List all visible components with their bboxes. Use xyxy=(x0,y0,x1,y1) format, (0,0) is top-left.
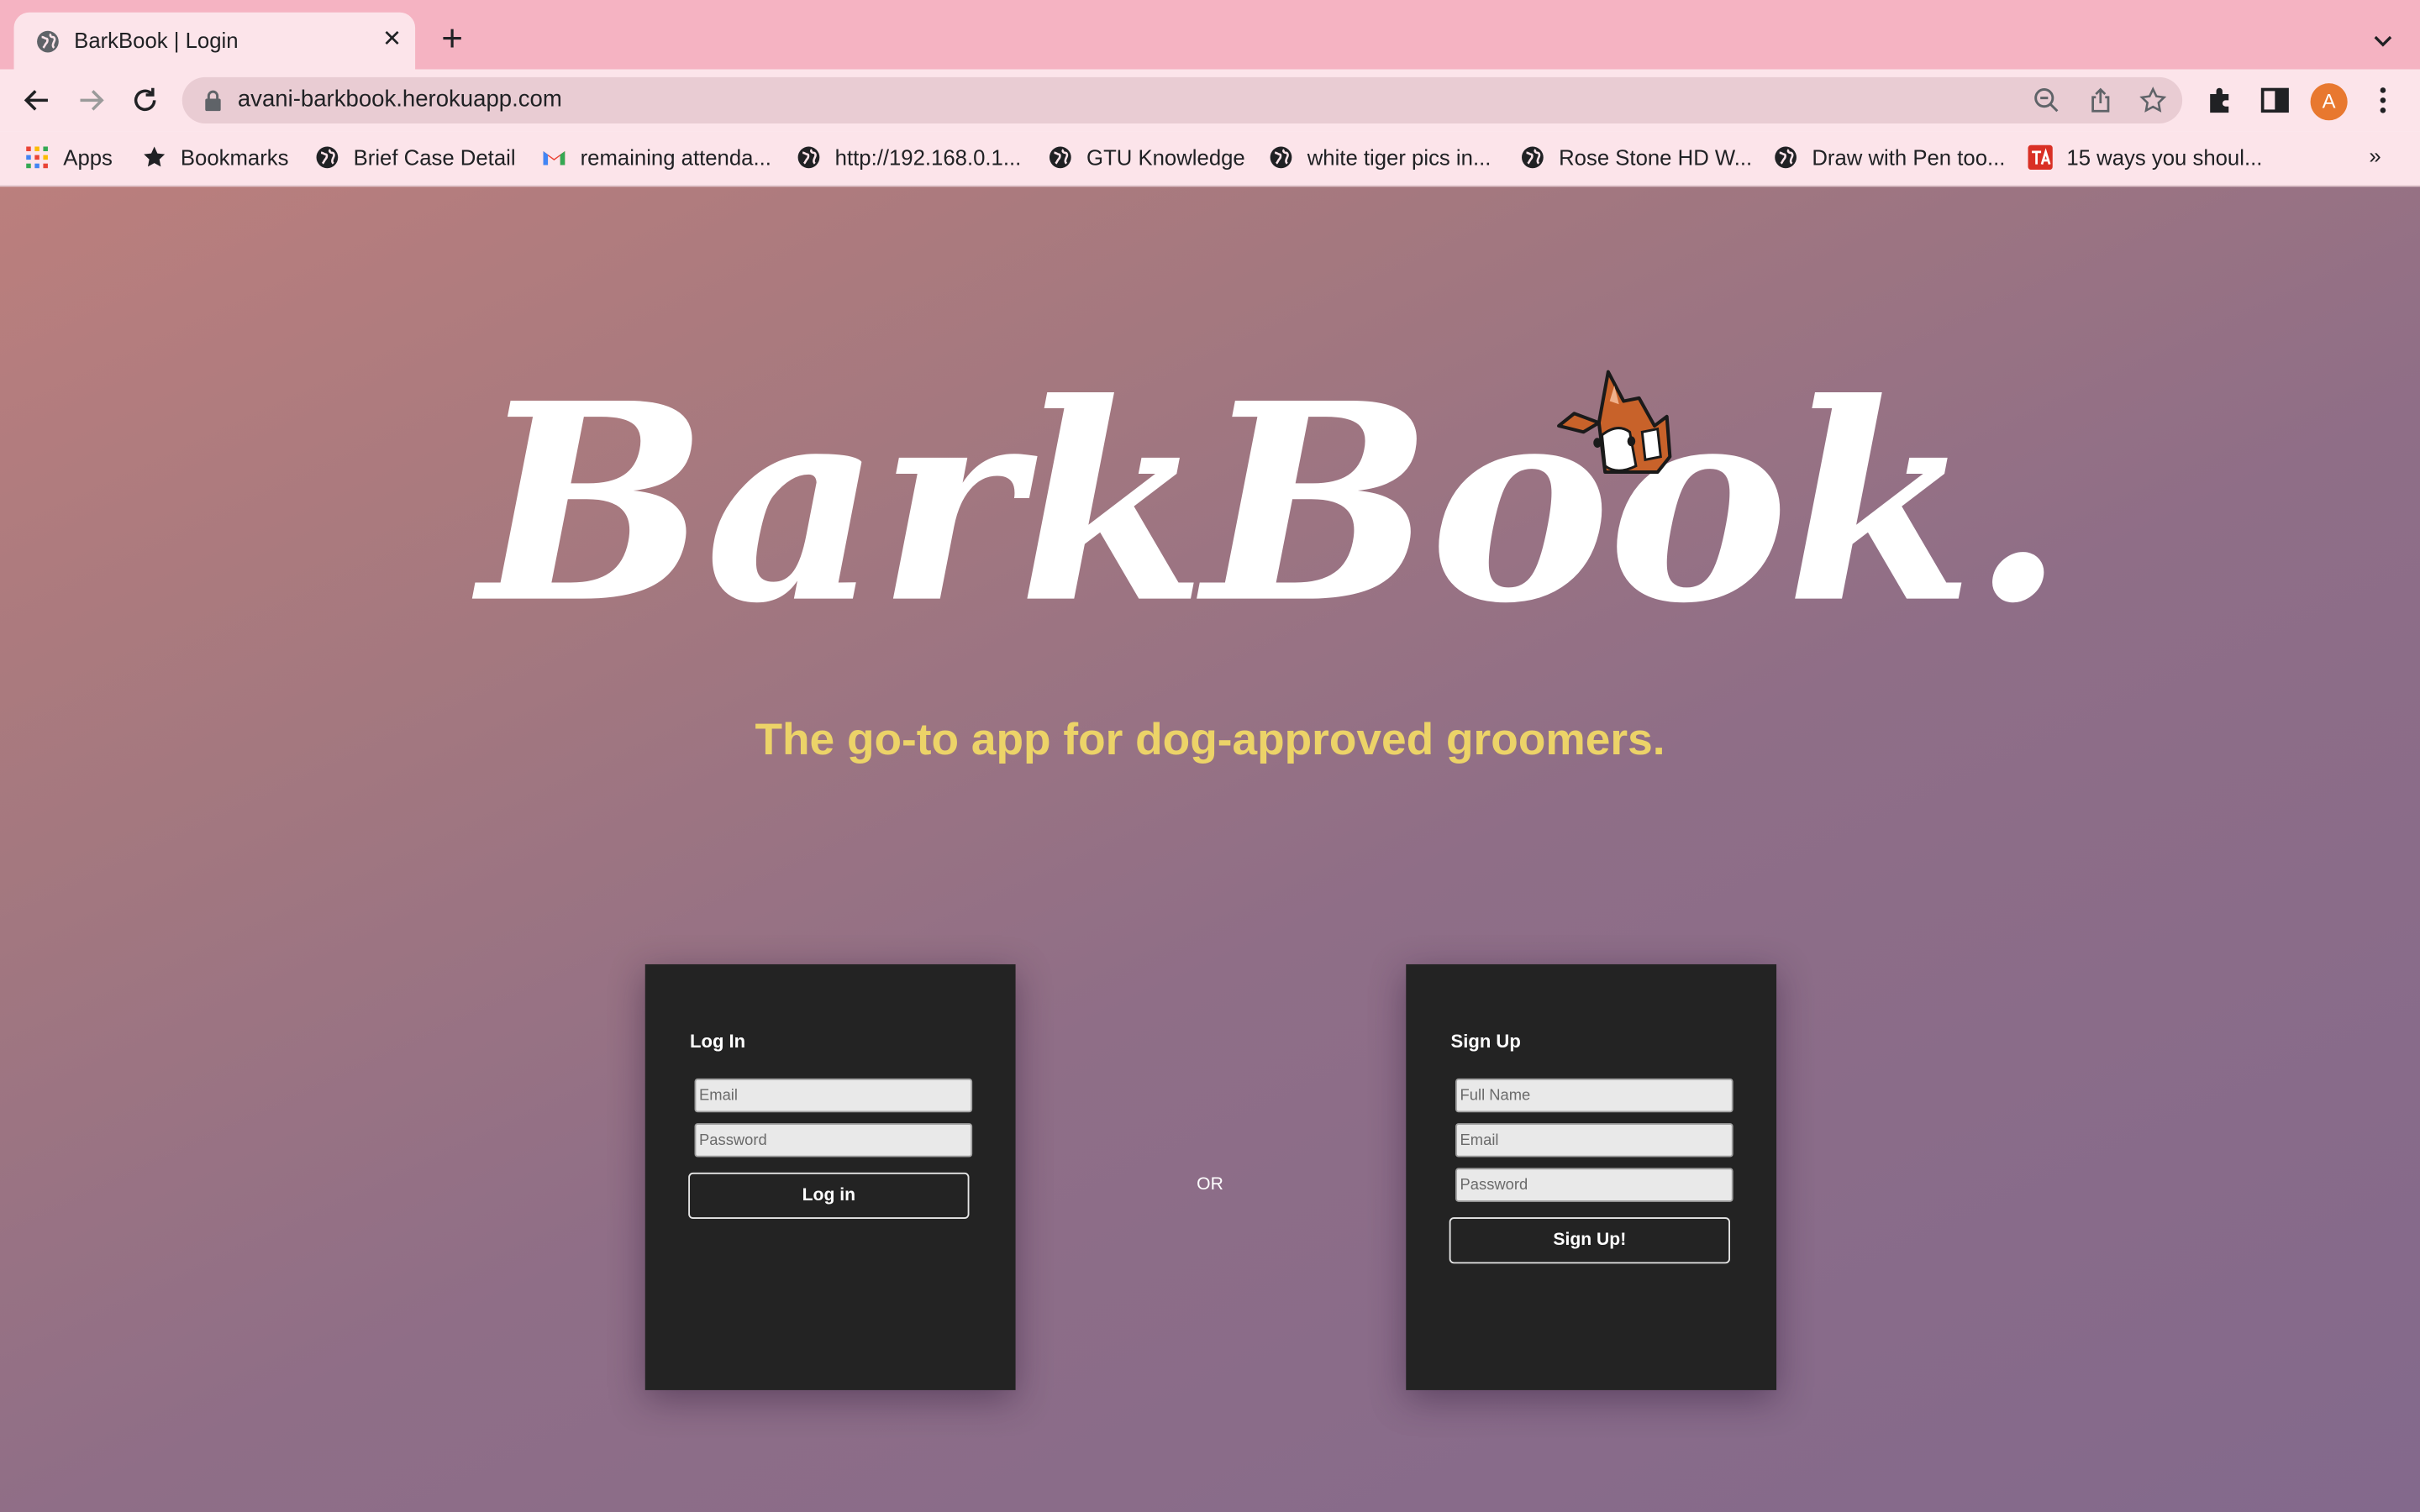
reload-icon[interactable] xyxy=(127,81,164,118)
bookmark-label: Rose Stone HD W... xyxy=(1559,144,1753,171)
url-text[interactable]: avani-barkbook.herokuapp.com xyxy=(238,87,562,113)
zoom-out-icon[interactable] xyxy=(2033,87,2060,114)
tab-close-icon[interactable]: ✕ xyxy=(378,26,406,54)
login-card: Log In Log in xyxy=(644,963,1016,1390)
gmail-icon xyxy=(543,151,566,165)
profile-avatar[interactable]: A xyxy=(2310,83,2348,121)
address-bar[interactable]: avani-barkbook.herokuapp.com xyxy=(182,76,2183,123)
bookmark-star-icon[interactable] xyxy=(2139,87,2167,114)
bookmark-draw-with-pen[interactable]: Draw with Pen too... xyxy=(1773,142,2005,173)
forward-arrow-icon[interactable] xyxy=(72,81,109,118)
globe-icon xyxy=(316,146,339,169)
or-divider: OR xyxy=(1197,1175,1223,1194)
kebab-menu-icon[interactable] xyxy=(2366,83,2400,117)
active-tab[interactable]: BarkBook | Login ✕ xyxy=(13,12,416,70)
browser-toolbar: avani-barkbook.herokuapp.com A xyxy=(0,69,2420,132)
bookmark-brief-case[interactable]: Brief Case Detail xyxy=(315,142,516,173)
extensions-puzzle-icon[interactable] xyxy=(2204,83,2238,117)
login-title: Log In xyxy=(690,1030,746,1053)
back-arrow-icon[interactable] xyxy=(18,81,55,118)
signup-password-input[interactable] xyxy=(1455,1168,1733,1202)
tab-title: BarkBook | Login xyxy=(74,28,239,53)
globe-icon xyxy=(1270,146,1292,169)
bookmark-label: white tiger pics in... xyxy=(1307,144,1491,171)
new-tab-icon[interactable]: + xyxy=(435,21,469,58)
share-icon[interactable] xyxy=(2086,87,2114,114)
signup-email-input[interactable] xyxy=(1455,1123,1733,1158)
signup-button[interactable]: Sign Up! xyxy=(1449,1217,1730,1264)
bookmarks-overflow-icon[interactable]: » xyxy=(2369,144,2381,168)
bookmark-apps[interactable]: Apps xyxy=(24,142,113,173)
corgi-peeking-icon xyxy=(1557,370,1672,475)
bookmark-15-ways[interactable]: 15 ways you shoul... xyxy=(2028,142,2262,173)
bookmark-label: Brief Case Detail xyxy=(353,144,516,171)
globe-icon xyxy=(1049,146,1071,169)
ta-icon xyxy=(2028,144,2053,171)
globe-icon xyxy=(797,146,820,169)
globe-icon xyxy=(1775,146,1797,169)
bookmark-bookmarks[interactable]: Bookmarks xyxy=(142,142,289,173)
bookmarks-bar: Apps Bookmarks Brief Case Detail remaini… xyxy=(0,131,2420,187)
side-panel-icon[interactable] xyxy=(2258,83,2291,117)
bookmark-white-tiger[interactable]: white tiger pics in... xyxy=(1269,142,1491,173)
bookmark-rose-stone[interactable]: Rose Stone HD W... xyxy=(1520,142,1752,173)
tab-search-chevron-icon[interactable] xyxy=(2368,24,2399,55)
bookmark-remaining-attendance[interactable]: remaining attenda... xyxy=(542,142,771,173)
globe-icon xyxy=(1522,146,1544,169)
tab-strip: BarkBook | Login ✕ + xyxy=(0,0,2420,70)
bookmark-local-ip[interactable]: http://192.168.0.1... xyxy=(797,142,1022,173)
globe-icon xyxy=(37,30,59,53)
signup-card: Sign Up Sign Up! xyxy=(1406,963,1777,1390)
browser-window: BarkBook | Login ✕ + avani-barkbook.hero… xyxy=(0,0,2420,1512)
bookmark-label: remaining attenda... xyxy=(580,144,771,171)
barkbook-logo: BarkBook. xyxy=(478,344,2065,664)
login-password-input[interactable] xyxy=(694,1123,973,1158)
apps-grid-icon xyxy=(26,146,48,169)
star-icon xyxy=(144,146,166,167)
bookmark-label: 15 ways you shoul... xyxy=(2066,144,2263,171)
bookmark-label: Draw with Pen too... xyxy=(1812,144,2006,171)
bookmark-gtu-knowledge[interactable]: GTU Knowledge xyxy=(1048,142,1245,173)
login-email-input[interactable] xyxy=(694,1078,973,1113)
bookmark-label: http://192.168.0.1... xyxy=(834,144,1022,171)
signup-name-input[interactable] xyxy=(1455,1078,1733,1113)
signup-title: Sign Up xyxy=(1450,1030,1521,1053)
lock-icon[interactable] xyxy=(203,90,222,112)
bookmark-label: GTU Knowledge xyxy=(1086,144,1245,171)
page-content: BarkBook. The go-to app for dog-approved… xyxy=(0,186,2420,1512)
login-button[interactable]: Log in xyxy=(688,1172,970,1220)
bookmark-label: Bookmarks xyxy=(180,144,289,171)
bookmark-label: Apps xyxy=(63,144,113,171)
tagline: The go-to app for dog-approved groomers. xyxy=(755,716,1665,766)
